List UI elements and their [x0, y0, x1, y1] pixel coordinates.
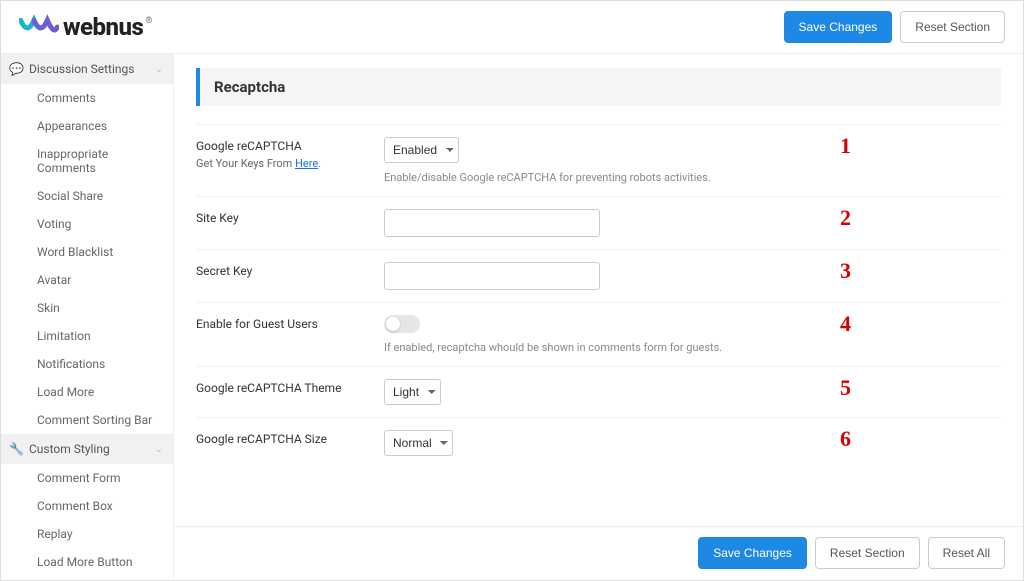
footer-save-button[interactable]: Save Changes: [698, 537, 807, 569]
section-title-bar: Recaptcha: [196, 68, 1001, 106]
footer-reset-all-button[interactable]: Reset All: [928, 537, 1005, 569]
annotation-number: 3: [840, 258, 851, 284]
brand-text: webnus®: [63, 13, 150, 41]
field-site-key: Site Key 2: [196, 196, 1001, 249]
sidebar-item[interactable]: Comments: [1, 84, 173, 112]
annotation-number: 1: [840, 133, 851, 159]
field-label: Google reCAPTCHA Theme: [196, 381, 384, 395]
field-secret-key: Secret Key 3: [196, 249, 1001, 302]
field-description: Enable/disable Google reCAPTCHA for prev…: [384, 171, 814, 184]
get-keys-link[interactable]: Here: [295, 157, 318, 170]
comment-icon: 💬: [9, 62, 24, 76]
brand-logo: webnus®: [19, 13, 150, 41]
field-google-recaptcha: Google reCAPTCHA Get Your Keys From Here…: [196, 124, 1001, 196]
field-recaptcha-theme: Google reCAPTCHA Theme Light 5: [196, 366, 1001, 417]
sidebar-item[interactable]: Word Blacklist: [1, 238, 173, 266]
sidebar-group-label: Custom Styling: [29, 442, 110, 456]
sidebar-item[interactable]: Appearances: [1, 112, 173, 140]
sidebar-item[interactable]: Inappropriate Comments: [1, 140, 173, 182]
annotation-number: 5: [840, 375, 851, 401]
recaptcha-size-select[interactable]: Normal: [384, 430, 453, 456]
sidebar-item[interactable]: Comment Form: [1, 464, 173, 492]
chevron-down-icon: ⌄: [155, 64, 163, 75]
sidebar-item[interactable]: Load More Button: [1, 548, 173, 576]
chevron-down-icon: ⌄: [155, 444, 163, 455]
sidebar-group-discussion[interactable]: 💬 Discussion Settings ⌄: [1, 54, 173, 84]
header: webnus® Save Changes Reset Section: [1, 1, 1023, 54]
sidebar-item[interactable]: Notifications: [1, 350, 173, 378]
guest-users-toggle[interactable]: [384, 315, 420, 333]
brand-mark-icon: [19, 13, 59, 41]
footer-actions: Save Changes Reset Section Reset All: [174, 526, 1023, 579]
sidebar-item[interactable]: Author Avatar: [1, 576, 173, 579]
sidebar: 💬 Discussion Settings ⌄ CommentsAppearan…: [1, 54, 173, 579]
field-recaptcha-size: Google reCAPTCHA Size Normal 6: [196, 417, 1001, 468]
toggle-knob: [386, 317, 400, 331]
field-description: If enabled, recaptcha whould be shown in…: [384, 341, 814, 354]
sidebar-item[interactable]: Comment Sorting Bar: [1, 406, 173, 434]
annotation-number: 6: [840, 426, 851, 452]
sidebar-item[interactable]: Comment Box: [1, 492, 173, 520]
field-label: Google reCAPTCHA Size: [196, 432, 384, 446]
reset-section-button[interactable]: Reset Section: [900, 11, 1005, 43]
section-title: Recaptcha: [214, 78, 987, 96]
annotation-number: 2: [840, 205, 851, 231]
sidebar-item[interactable]: Replay: [1, 520, 173, 548]
footer-reset-section-button[interactable]: Reset Section: [815, 537, 920, 569]
secret-key-input[interactable]: [384, 262, 600, 290]
sidebar-discussion-items: CommentsAppearancesInappropriate Comment…: [1, 84, 173, 434]
google-recaptcha-select[interactable]: Enabled: [384, 137, 459, 163]
field-label: Secret Key: [196, 264, 384, 278]
field-label: Google reCAPTCHA: [196, 139, 384, 153]
field-sublabel: Get Your Keys From Here.: [196, 157, 384, 170]
wrench-icon: 🔧: [9, 442, 24, 456]
annotation-number: 4: [840, 311, 851, 337]
field-guest-users: Enable for Guest Users If enabled, recap…: [196, 302, 1001, 366]
sidebar-item[interactable]: Social Share: [1, 182, 173, 210]
sidebar-item[interactable]: Load More: [1, 378, 173, 406]
field-label: Enable for Guest Users: [196, 317, 384, 331]
field-label: Site Key: [196, 211, 384, 225]
recaptcha-theme-select[interactable]: Light: [384, 379, 441, 405]
sidebar-item[interactable]: Avatar: [1, 266, 173, 294]
sidebar-item[interactable]: Limitation: [1, 322, 173, 350]
save-changes-button[interactable]: Save Changes: [784, 11, 893, 43]
header-actions: Save Changes Reset Section: [784, 11, 1005, 43]
sidebar-item[interactable]: Voting: [1, 210, 173, 238]
site-key-input[interactable]: [384, 209, 600, 237]
sidebar-group-label: Discussion Settings: [29, 62, 134, 76]
settings-content: Recaptcha Google reCAPTCHA Get Your Keys…: [174, 54, 1023, 526]
sidebar-custom-items: Comment FormComment BoxReplayLoad More B…: [1, 464, 173, 579]
sidebar-item[interactable]: Skin: [1, 294, 173, 322]
sidebar-group-custom-styling[interactable]: 🔧 Custom Styling ⌄: [1, 434, 173, 464]
